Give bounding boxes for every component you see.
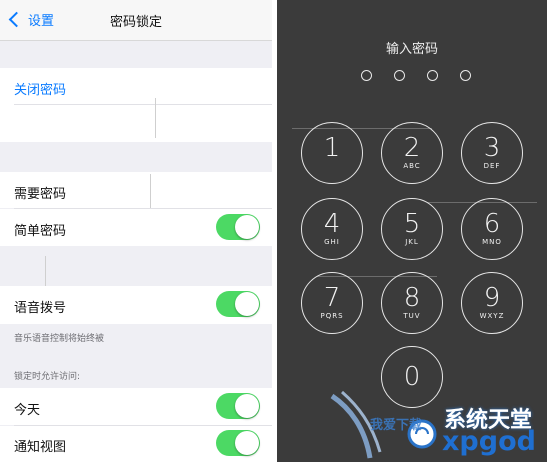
- today-label: 今天: [14, 403, 41, 418]
- key-2-letters: ABC: [403, 162, 421, 170]
- passcode-dot: [427, 70, 438, 81]
- simple-passcode-label: 简单密码: [14, 224, 67, 239]
- key-2-digit: 2: [403, 133, 421, 163]
- key-6-digit: 6: [483, 209, 501, 239]
- settings-panel: 设置 密码锁定 关闭密码 需要密码 简单密码 语音拨号 音乐语音控制将始终被 锁…: [0, 0, 272, 462]
- key-1[interactable]: 1: [301, 122, 363, 184]
- key-2[interactable]: 2 ABC: [381, 122, 443, 184]
- notifications-view-row: 通知视图: [0, 426, 272, 462]
- scratch-mark: [155, 98, 156, 138]
- key-4-letters: GHI: [324, 238, 340, 246]
- allow-access-header: 锁定时允许访问:: [14, 372, 81, 382]
- watermark-logo: 系统天堂 xpgod 我爱下载: [330, 388, 547, 462]
- voice-dial-row: 语音拨号: [0, 286, 272, 324]
- watermark-en: xpgod: [442, 426, 536, 457]
- passcode-dot: [394, 70, 405, 81]
- passcode-dots: [361, 70, 471, 81]
- key-0-digit: 0: [403, 362, 421, 392]
- notifications-view-label: 通知视图: [14, 440, 67, 455]
- require-passcode-row[interactable]: 需要密码: [0, 172, 272, 208]
- key-5[interactable]: 5 JKL: [381, 198, 443, 260]
- key-6[interactable]: 6 MNO: [461, 198, 523, 260]
- enter-passcode-title: 输入密码: [385, 42, 438, 57]
- today-row: 今天: [0, 388, 272, 425]
- passcode-dot: [361, 70, 372, 81]
- today-toggle[interactable]: [216, 393, 260, 419]
- require-passcode-label: 需要密码: [14, 187, 67, 202]
- turn-off-passcode-label: 关闭密码: [14, 83, 67, 98]
- key-8-letters: TUV: [403, 312, 421, 320]
- scratch-mark: [150, 174, 151, 210]
- key-8-digit: 8: [403, 283, 421, 313]
- voice-dial-toggle[interactable]: [216, 291, 260, 317]
- notifications-view-toggle[interactable]: [216, 430, 260, 456]
- key-6-letters: MNO: [482, 238, 502, 246]
- key-8[interactable]: 8 TUV: [381, 272, 443, 334]
- key-5-letters: JKL: [405, 238, 419, 246]
- key-3-digit: 3: [483, 133, 501, 163]
- voice-dial-label: 语音拨号: [14, 301, 67, 316]
- turn-off-passcode-row[interactable]: 关闭密码: [0, 68, 272, 105]
- nav-bar: 设置 密码锁定: [0, 0, 272, 41]
- key-7[interactable]: 7 PQRS: [301, 272, 363, 334]
- page-title: 密码锁定: [109, 15, 162, 30]
- key-9[interactable]: 9 WXYZ: [461, 272, 523, 334]
- key-3-letters: DEF: [483, 162, 501, 170]
- watermark-small: 我爱下载: [370, 418, 423, 433]
- key-1-digit: 1: [323, 133, 341, 163]
- key-5-digit: 5: [403, 209, 421, 239]
- simple-passcode-toggle[interactable]: [216, 214, 260, 240]
- key-9-digit: 9: [483, 283, 501, 313]
- simple-passcode-row: 简单密码: [0, 209, 272, 246]
- key-7-digit: 7: [323, 283, 341, 313]
- key-9-letters: WXYZ: [479, 312, 505, 320]
- key-3[interactable]: 3 DEF: [461, 122, 523, 184]
- voice-dial-note: 音乐语音控制将始终被: [14, 334, 105, 344]
- key-4[interactable]: 4 GHI: [301, 198, 363, 260]
- key-4-digit: 4: [323, 209, 341, 239]
- key-7-letters: PQRS: [320, 312, 344, 320]
- change-passcode-row[interactable]: [0, 105, 272, 142]
- scratch-mark: [45, 256, 46, 286]
- passcode-dot: [460, 70, 471, 81]
